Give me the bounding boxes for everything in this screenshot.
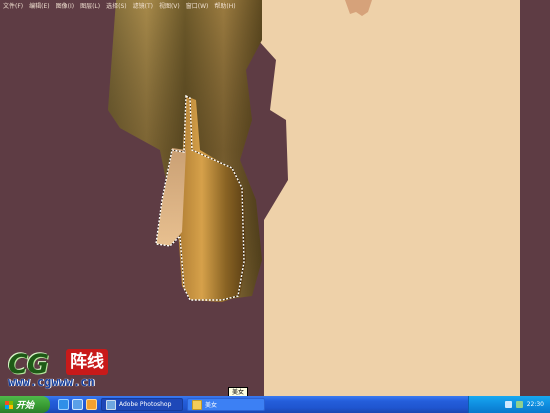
menu-view[interactable]: 视图(V) xyxy=(159,1,180,10)
clock[interactable]: 22:30 xyxy=(527,401,544,408)
taskbar: 开始 Adobe Photoshop 美女 22:30 xyxy=(0,396,550,413)
canvas-artwork xyxy=(0,0,550,396)
task-folder-label: 美女 xyxy=(205,402,218,409)
quick-launch xyxy=(58,399,97,410)
menu-file[interactable]: 文件(F) xyxy=(3,1,23,10)
task-folder[interactable]: 美女 xyxy=(187,398,265,411)
menu-edit[interactable]: 编辑(E) xyxy=(29,1,49,10)
menu-window[interactable]: 窗口(W) xyxy=(186,1,209,10)
menu-layer[interactable]: 图层(L) xyxy=(80,1,100,10)
menu-select[interactable]: 选择(S) xyxy=(106,1,127,10)
desktop-icon[interactable] xyxy=(72,399,83,410)
network-icon[interactable] xyxy=(515,401,523,408)
system-tray: 22:30 xyxy=(468,396,550,413)
menu-filter[interactable]: 滤镜(T) xyxy=(133,1,153,10)
cg-watermark-logo: CG 阵线 www.cgwww.cn xyxy=(6,349,114,391)
media-player-icon[interactable] xyxy=(86,399,97,410)
logo-url: www.cgwww.cn xyxy=(8,375,95,389)
menu-bar: 文件(F) 编辑(E) 图像(I) 图层(L) 选择(S) 滤镜(T) 视图(V… xyxy=(0,0,293,10)
ie-icon[interactable] xyxy=(58,399,69,410)
photoshop-icon xyxy=(106,399,116,410)
start-button[interactable]: 开始 xyxy=(0,396,50,413)
folder-icon xyxy=(192,399,202,410)
task-photoshop[interactable]: Adobe Photoshop xyxy=(101,398,183,411)
windows-logo-icon xyxy=(5,400,13,409)
speaker-icon[interactable] xyxy=(504,401,512,408)
photoshop-canvas[interactable]: 文件(F) 编辑(E) 图像(I) 图层(L) 选择(S) 滤镜(T) 视图(V… xyxy=(0,0,550,396)
logo-cn-badge: 阵线 xyxy=(66,349,108,375)
start-label: 开始 xyxy=(16,401,35,411)
body-skin xyxy=(250,0,520,396)
task-photoshop-label: Adobe Photoshop xyxy=(119,401,172,408)
menu-help[interactable]: 帮助(H) xyxy=(214,1,235,10)
menu-image[interactable]: 图像(I) xyxy=(56,1,74,10)
